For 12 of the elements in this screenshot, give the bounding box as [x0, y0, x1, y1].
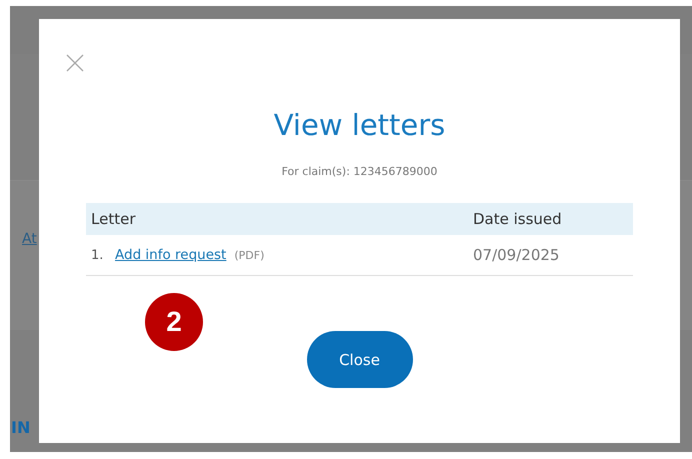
row-number: 1.	[91, 248, 104, 263]
letter-link[interactable]: Add info request	[115, 247, 226, 263]
column-header: Letter	[90, 210, 136, 228]
background-heading: IN	[11, 418, 30, 437]
step-badge: 2	[145, 293, 203, 351]
close-button[interactable]: Close	[306, 331, 412, 388]
column-header: Date issued	[473, 210, 563, 228]
dialog-title: View letters	[272, 107, 446, 143]
format-label: (PDF)	[234, 249, 264, 262]
claim-text: For claim(s): 123456789000	[280, 165, 438, 178]
close-icon[interactable]	[66, 54, 84, 72]
date-cell-text: 07/09/2025	[473, 246, 560, 264]
